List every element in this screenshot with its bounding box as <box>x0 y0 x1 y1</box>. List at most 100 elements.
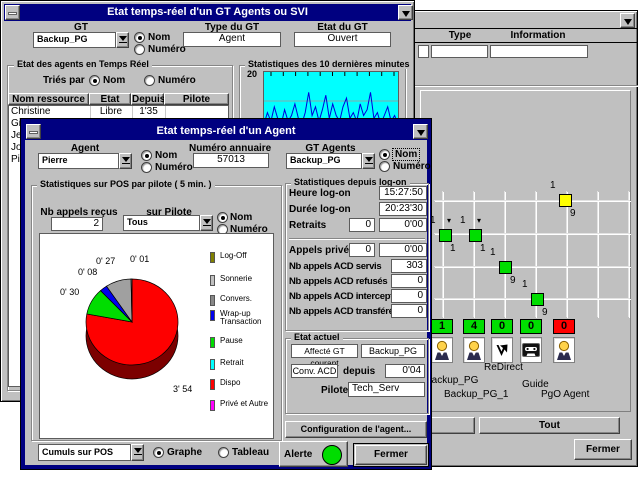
minimize-button[interactable] <box>620 13 635 28</box>
acd-interceptes-value: 0 <box>391 289 427 303</box>
gt-agents-numero-radio[interactable] <box>379 161 390 172</box>
redirect-icon[interactable] <box>491 337 513 363</box>
type-gt-value: Agent <box>183 32 281 47</box>
combo-dropdown-button[interactable] <box>131 444 144 461</box>
status-count-box: 1 <box>431 319 453 334</box>
appels-prives-label: Appels privés <box>289 245 355 256</box>
minimize-button[interactable] <box>398 5 413 20</box>
legend-label: Retrait <box>220 359 274 367</box>
bg-cell-small[interactable] <box>418 45 429 58</box>
agent-nom-label: Nom <box>155 150 177 161</box>
gt-combobox[interactable]: Backup_PG <box>33 32 129 48</box>
retraits-value: 0'00 <box>379 218 427 232</box>
system-menu-button[interactable] <box>5 5 20 20</box>
node-square[interactable] <box>439 229 452 242</box>
duree-logon-value: 20:23'30 <box>379 202 427 216</box>
acd-refuses-label: Nb appels ACD refusés <box>289 276 387 287</box>
system-menu-icon <box>29 131 38 134</box>
grid-line <box>434 266 630 267</box>
combo-dropdown-button[interactable] <box>200 215 213 231</box>
status-count-box: 4 <box>463 319 485 334</box>
gt-agents-nom-radio[interactable] <box>379 149 390 160</box>
acd-interceptes-label: Nb appels ACD interceptés <box>289 291 403 302</box>
tries-nom-label: Nom <box>103 75 125 86</box>
status-count-box: 0 <box>491 319 513 334</box>
affecte-gt-box[interactable]: Affecté GT courant <box>291 344 358 358</box>
legend-swatch <box>210 275 215 286</box>
tries-nom-radio[interactable] <box>89 75 100 86</box>
agent-icon[interactable] <box>431 337 453 363</box>
combo-dropdown-button[interactable] <box>116 32 129 48</box>
dropdown-underline <box>119 42 127 43</box>
grid-line <box>434 200 630 201</box>
bg-fermer-button[interactable]: Fermer <box>574 439 632 460</box>
agent-numero-radio[interactable] <box>141 162 152 173</box>
bg-cell-information[interactable] <box>490 45 588 58</box>
node-square[interactable] <box>469 229 482 242</box>
agent-row[interactable]: ChristineLibre1'35 <box>9 106 228 118</box>
dropdown-underline <box>134 454 142 455</box>
column-header-information: Information <box>489 30 587 41</box>
legend-label: Convers. <box>220 295 274 303</box>
col-header-depuis[interactable]: Depuis <box>131 93 164 105</box>
node-square[interactable] <box>559 194 572 207</box>
stats10-group-title: Statistiques des 10 dernières minutes <box>245 59 413 69</box>
gt-agents-combobox-value: Backup_PG <box>286 153 362 169</box>
agent-nom-radio[interactable] <box>141 150 152 161</box>
agent-window: Etat temps-réel d'un Agent Agent Pierre … <box>20 118 432 470</box>
nb-appels-recus-value[interactable]: 2 <box>51 217 103 231</box>
agent-fermer-button[interactable]: Fermer <box>353 443 429 467</box>
divider <box>289 238 425 240</box>
node-square[interactable] <box>531 293 544 306</box>
bg-cell-type[interactable] <box>431 45 488 58</box>
system-menu-button[interactable] <box>26 124 41 139</box>
node-square[interactable] <box>499 261 512 274</box>
status-count-box: 0 <box>520 319 542 334</box>
tableau-radio[interactable] <box>218 447 229 458</box>
col-header-nom-ressource[interactable]: Nom ressource <box>8 93 89 105</box>
pos-nom-radio[interactable] <box>217 212 228 223</box>
desktop: Type Information Tout Fermer 11▾11▾19191… <box>0 0 640 480</box>
agent-cell: Christine <box>9 106 89 118</box>
sur-pilote-combobox[interactable]: Tous <box>123 215 213 231</box>
pos-group-title: Statistiques sur POS par pilote ( 5 min.… <box>37 179 215 189</box>
agent-combobox-value: Pierre <box>38 153 119 169</box>
pilote-value: Tech_Serv <box>348 382 425 397</box>
alerte-panel: Alerte <box>279 441 348 467</box>
pie-slice-label: 0' 08 <box>78 267 97 277</box>
gt-sort-numero-label: Numéro <box>148 44 186 55</box>
acd-servis-value: 303 <box>391 259 427 273</box>
guide-icon[interactable] <box>520 337 542 363</box>
gt-agents-combobox[interactable]: Backup_PG <box>286 153 375 169</box>
agent-window-titlebar[interactable]: Etat temps-réel d'un Agent <box>25 123 427 140</box>
etat-gt-value: Ouvert <box>294 32 391 47</box>
minimize-button[interactable] <box>413 124 428 139</box>
tries-numero-radio[interactable] <box>144 75 155 86</box>
configuration-agent-button[interactable]: Configuration de l'agent... <box>285 421 427 438</box>
col-header-etat[interactable]: Etat <box>89 93 131 105</box>
combo-dropdown-button[interactable] <box>362 153 375 169</box>
alerte-label: Alerte <box>284 449 312 460</box>
bg-node-label: PgO Agent <box>541 389 589 400</box>
retraits-label: Retraits <box>289 220 326 231</box>
legend-label: Privé et Autre <box>220 400 274 408</box>
agent-icon[interactable] <box>463 337 485 363</box>
gt-window-titlebar[interactable]: Etat temps-réel d'un GT Agents ou SVI <box>4 4 411 21</box>
node-count-above: 1 <box>550 180 556 191</box>
gt-sort-numero-radio[interactable] <box>134 44 145 55</box>
col-header-pilote[interactable]: Pilote <box>164 93 229 105</box>
legend-swatch <box>210 400 215 411</box>
dropdown-arrow-icon <box>122 157 130 162</box>
graphe-radio[interactable] <box>153 447 164 458</box>
node-arrow-icon: ▾ <box>447 216 451 225</box>
legend-item: Retrait <box>210 359 274 379</box>
tout-segment[interactable]: Tout <box>479 417 620 434</box>
agent-combobox[interactable]: Pierre <box>38 153 132 169</box>
cumuls-combobox[interactable]: Cumuls sur POS <box>38 444 144 461</box>
legend-label: Pause <box>220 337 274 345</box>
alerte-indicator <box>322 445 342 465</box>
agent-icon[interactable] <box>553 337 575 363</box>
gt-sort-nom-radio[interactable] <box>134 32 145 43</box>
combo-dropdown-button[interactable] <box>119 153 132 169</box>
gt-agents-nom-label: Nom <box>393 149 419 160</box>
